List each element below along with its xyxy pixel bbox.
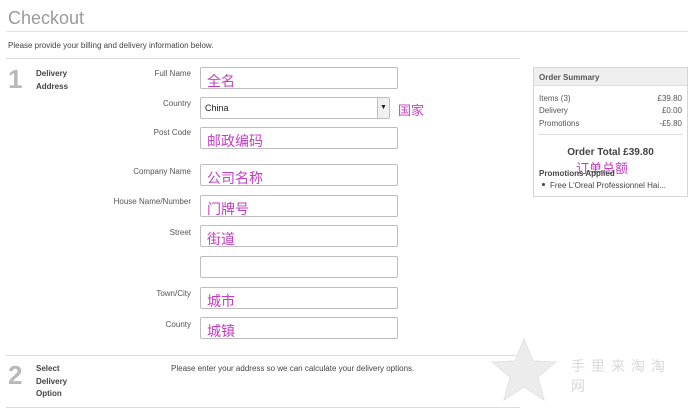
step-2-title: Select Delivery Option	[36, 364, 68, 398]
promotion-item: Free L'Oreal Professionnel Hai...	[539, 181, 666, 190]
house-number-label: House Name/Number	[113, 197, 191, 206]
summary-row-amount: £0.00	[661, 106, 682, 115]
step-2-number: 2	[8, 360, 23, 390]
company-name-label: Company Name	[133, 167, 191, 176]
summary-row-amount: £39.80	[657, 94, 682, 103]
street-line-2-input[interactable]	[200, 256, 398, 278]
house-number-value: 门牌号	[207, 202, 249, 218]
county-value: 城镇	[207, 324, 235, 340]
summary-divider	[538, 134, 683, 135]
watermark-text: 手里来淘淘网	[571, 359, 671, 395]
order-summary-title: Order Summary	[534, 68, 687, 86]
summary-row-items: Items (3) £39.80	[539, 94, 682, 103]
page-title: Checkout	[8, 8, 85, 28]
company-name-input[interactable]: 公司名称	[200, 164, 398, 187]
summary-row-delivery: Delivery £0.00	[539, 106, 682, 115]
summary-row-amount: -£5.80	[659, 119, 682, 128]
promotions-applied-title: Promotions Applied	[539, 169, 615, 178]
bullet-icon	[542, 183, 545, 187]
town-city-value: 城市	[207, 294, 235, 310]
step-1-number: 1	[8, 64, 23, 94]
country-label: Country	[162, 99, 191, 108]
company-name-value: 公司名称	[207, 171, 263, 187]
country-value: China	[205, 103, 229, 113]
county-label: County	[165, 320, 191, 329]
full-name-value: 全名	[207, 74, 235, 90]
star-icon	[490, 337, 558, 402]
street-value: 街道	[207, 232, 235, 248]
section-divider	[6, 355, 520, 356]
summary-row-label: Items (3)	[539, 94, 571, 103]
post-code-label: Post Code	[153, 128, 191, 137]
street-label: Street	[169, 228, 191, 237]
full-name-input[interactable]: 全名	[200, 67, 398, 90]
order-summary-panel: Order Summary Items (3) £39.80 Delivery …	[533, 67, 688, 197]
section-divider	[6, 407, 520, 408]
county-input[interactable]: 城镇	[200, 317, 398, 340]
order-total: Order Total £39.80	[567, 147, 654, 158]
full-name-label: Full Name	[154, 69, 191, 78]
title-divider	[6, 31, 688, 32]
country-annotation: 国家	[398, 104, 425, 119]
dropdown-arrow-icon[interactable]: ▼	[377, 98, 389, 118]
summary-row-promotions: Promotions -£5.80	[539, 119, 682, 128]
house-number-input[interactable]: 门牌号	[200, 195, 398, 218]
post-code-value: 邮政编码	[207, 134, 263, 150]
intro-text: Please provide your billing and delivery…	[8, 41, 214, 50]
summary-row-label: Promotions	[539, 119, 580, 128]
country-select[interactable]: China ▼	[200, 97, 390, 119]
delivery-options-message: Please enter your address so we can calc…	[171, 364, 415, 373]
summary-row-label: Delivery	[539, 106, 568, 115]
town-city-label: Town/City	[156, 289, 191, 298]
step-1-title: Delivery Address	[36, 69, 69, 91]
promotion-item-text: Free L'Oreal Professionnel Hai...	[550, 181, 666, 190]
town-city-input[interactable]: 城市	[200, 287, 398, 310]
section-divider	[6, 58, 520, 59]
post-code-input[interactable]: 邮政编码	[200, 127, 398, 150]
street-input[interactable]: 街道	[200, 225, 398, 248]
